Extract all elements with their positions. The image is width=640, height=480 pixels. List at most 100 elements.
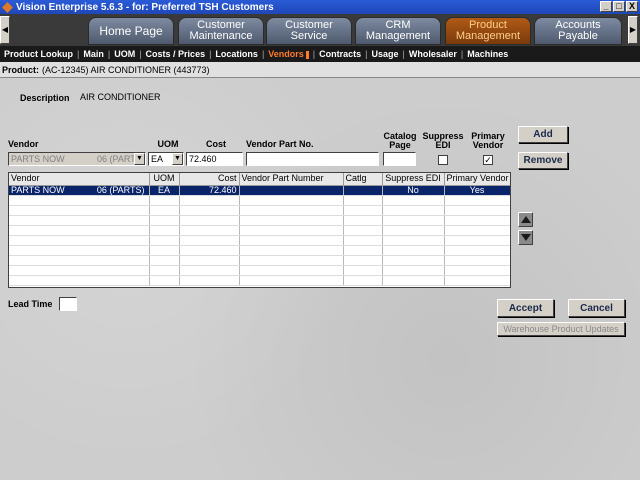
table-cell <box>444 235 510 246</box>
tab-scroll-left-icon[interactable]: ◀ <box>0 16 10 44</box>
tab-scroll-right-icon[interactable]: ▶ <box>628 16 638 44</box>
table-cell-catlg <box>343 185 383 196</box>
table-row[interactable] <box>9 255 510 266</box>
table-cell <box>444 245 510 256</box>
table-cell <box>382 265 445 276</box>
add-button[interactable]: Add <box>518 126 568 143</box>
column-header-vendor-part-number[interactable]: Vendor Part Number <box>239 173 344 186</box>
vendors-grid[interactable]: Vendor UOM Cost Vendor Part Number Catlg… <box>8 172 511 288</box>
table-cell <box>179 205 240 216</box>
vendor-select-value: PARTS NOW <box>11 154 65 164</box>
primary-vendor-label: Primary Vendor <box>471 131 505 150</box>
maximize-button[interactable]: □ <box>613 1 625 12</box>
table-cell <box>149 255 180 266</box>
window-titlebar: Vision Enterprise 5.6.3 - for: Preferred… <box>0 0 640 14</box>
table-cell <box>9 225 150 236</box>
product-label: Product: <box>2 64 39 75</box>
column-header-uom[interactable]: UOM <box>149 173 180 186</box>
table-cell <box>239 195 344 206</box>
subnav-machines[interactable]: Machines <box>467 49 508 59</box>
table-cell-vendor: PARTS NOW 06 (PARTS) <box>9 185 150 196</box>
table-row[interactable] <box>9 195 510 206</box>
table-cell <box>9 265 150 276</box>
table-cell <box>179 215 240 226</box>
tab-crm-management[interactable]: CRM Management <box>355 17 441 45</box>
table-cell <box>9 255 150 266</box>
lead-time-input[interactable] <box>59 297 77 311</box>
tab-customer-service[interactable]: Customer Service <box>266 17 352 45</box>
tab-product-management[interactable]: Product Management <box>445 17 531 45</box>
accept-button[interactable]: Accept <box>497 299 554 317</box>
tab-accounts-payable[interactable]: Accounts Payable <box>534 17 622 45</box>
table-row[interactable] <box>9 235 510 246</box>
suppress-edi-checkbox[interactable] <box>438 155 448 165</box>
table-cell <box>444 255 510 266</box>
table-row[interactable] <box>9 225 510 236</box>
tab-customer-maintenance[interactable]: Customer Maintenance <box>178 17 264 45</box>
catalog-page-input[interactable] <box>383 152 416 166</box>
table-cell <box>179 245 240 256</box>
table-row[interactable] <box>9 265 510 276</box>
table-cell <box>149 265 180 276</box>
tab-home-page[interactable]: Home Page <box>88 17 174 45</box>
subnav-usage[interactable]: Usage <box>372 49 399 59</box>
column-header-cost[interactable]: Cost <box>179 173 240 186</box>
table-cell <box>343 245 383 256</box>
uom-select-value: EA <box>151 154 164 164</box>
uom-select[interactable]: EA ▼ <box>148 152 184 166</box>
table-cell <box>9 215 150 226</box>
table-cell <box>9 275 150 286</box>
table-cell <box>343 235 383 246</box>
remove-button[interactable]: Remove <box>518 152 568 169</box>
subnav-contracts[interactable]: Contracts <box>319 49 361 59</box>
table-cell <box>343 195 383 206</box>
table-row[interactable] <box>9 215 510 226</box>
subnav-main[interactable]: Main <box>83 49 104 59</box>
warehouse-product-updates-button[interactable]: Warehouse Product Updates <box>497 322 625 336</box>
subnav-costs-prices[interactable]: Costs / Prices <box>146 49 206 59</box>
table-cell <box>149 215 180 226</box>
move-up-button[interactable] <box>518 212 533 227</box>
chevron-down-icon[interactable]: ▼ <box>134 153 145 165</box>
table-cell <box>343 275 383 286</box>
subnav-locations[interactable]: Locations <box>215 49 258 59</box>
move-down-button[interactable] <box>518 230 533 245</box>
vendor-part-no-input[interactable] <box>246 152 379 166</box>
table-cell <box>343 265 383 276</box>
subnav-product-lookup[interactable]: Product Lookup <box>4 49 73 59</box>
table-cell-part <box>239 185 344 196</box>
cancel-button[interactable]: Cancel <box>568 299 625 317</box>
column-header-suppress-edi[interactable]: Suppress EDI <box>382 173 445 186</box>
table-row[interactable] <box>9 275 510 286</box>
product-bar: Product: (AC-12345) AIR CONDITIONER (443… <box>0 62 640 78</box>
table-cell <box>149 235 180 246</box>
vendor-select[interactable]: PARTS NOW 06 (PART ▼ <box>8 152 146 166</box>
table-cell-vendor-code: 06 (PARTS) <box>96 185 145 195</box>
table-row[interactable] <box>9 205 510 216</box>
table-cell-uom: EA <box>149 185 180 196</box>
column-header-catlg[interactable]: Catlg <box>343 173 383 186</box>
table-cell <box>382 195 445 206</box>
table-cell <box>179 235 240 246</box>
subnav-vendors[interactable]: Vendors <box>268 49 309 59</box>
subnav-wholesaler[interactable]: Wholesaler <box>409 49 457 59</box>
minimize-button[interactable]: _ <box>600 1 612 12</box>
table-cell <box>179 195 240 206</box>
table-cell <box>444 265 510 276</box>
column-header-vendor[interactable]: Vendor <box>9 173 150 186</box>
table-row[interactable] <box>9 245 510 256</box>
table-cell <box>382 255 445 266</box>
cost-input[interactable]: 72.460 <box>186 152 243 166</box>
lead-time-label: Lead Time <box>8 299 53 309</box>
table-row[interactable]: PARTS NOW 06 (PARTS) EA 72.460 No Yes <box>9 185 510 196</box>
table-cell <box>343 215 383 226</box>
column-header-primary-vendor[interactable]: Primary Vendor <box>444 173 510 186</box>
primary-vendor-checkbox[interactable]: ✓ <box>483 155 493 165</box>
table-cell <box>9 235 150 246</box>
close-button[interactable]: X <box>626 1 638 12</box>
table-cell <box>9 245 150 256</box>
table-cell <box>9 205 150 216</box>
subnav-uom[interactable]: UOM <box>114 49 135 59</box>
table-cell <box>382 205 445 216</box>
chevron-down-icon[interactable]: ▼ <box>172 153 183 165</box>
